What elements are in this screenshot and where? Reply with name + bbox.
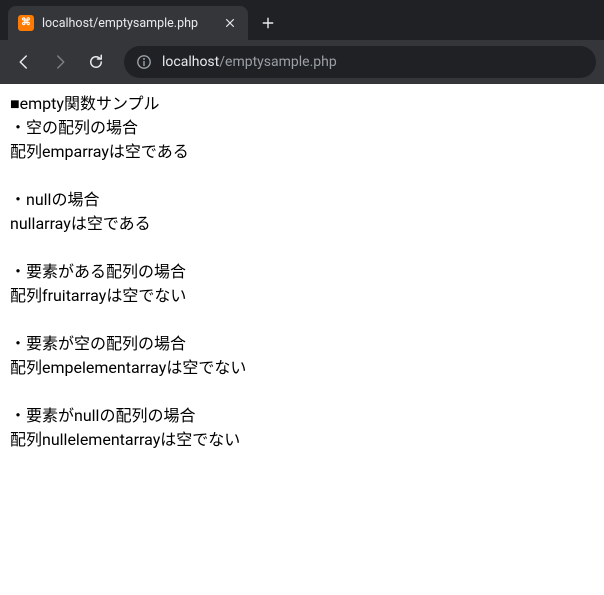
section-label: ・要素がnullの配列の場合 (10, 404, 594, 428)
close-icon (224, 17, 236, 29)
xampp-favicon: ⌘ (18, 15, 34, 31)
address-bar[interactable]: localhost/emptysample.php (124, 46, 596, 78)
page-content: ■empty関数サンプル ・空の配列の場合 配列emparrayは空である ・n… (0, 84, 604, 460)
section-label: ・要素がある配列の場合 (10, 260, 594, 284)
url-path: /emptysample.php (219, 54, 336, 70)
info-icon (136, 54, 152, 70)
browser-tab[interactable]: ⌘ localhost/emptysample.php (8, 6, 248, 40)
tab-title: localhost/emptysample.php (42, 16, 214, 31)
arrow-left-icon (15, 53, 33, 71)
section-label: ・nullの場合 (10, 188, 594, 212)
blank-line (10, 164, 594, 188)
plus-icon (261, 16, 275, 30)
reload-icon (87, 53, 105, 71)
blank-line (10, 308, 594, 332)
new-tab-button[interactable] (254, 9, 282, 37)
reload-button[interactable] (80, 46, 112, 78)
blank-line (10, 236, 594, 260)
back-button[interactable] (8, 46, 40, 78)
section-result: 配列fruitarrayは空でない (10, 284, 594, 308)
section-result: 配列emparrayは空である (10, 140, 594, 164)
section-result: 配列empelementarrayは空でない (10, 356, 594, 380)
section-result: nullarrayは空である (10, 212, 594, 236)
forward-button[interactable] (44, 46, 76, 78)
url-host: localhost (162, 54, 219, 70)
favicon-glyph: ⌘ (21, 18, 31, 28)
close-tab-button[interactable] (222, 15, 238, 31)
section-label: ・空の配列の場合 (10, 116, 594, 140)
toolbar: localhost/emptysample.php (0, 40, 604, 84)
tab-bar: ⌘ localhost/emptysample.php (0, 0, 604, 40)
arrow-right-icon (51, 53, 69, 71)
blank-line (10, 380, 594, 404)
page-heading: ■empty関数サンプル (10, 92, 594, 116)
url-text: localhost/emptysample.php (162, 54, 337, 70)
section-result: 配列nullelementarrayは空でない (10, 428, 594, 452)
section-label: ・要素が空の配列の場合 (10, 332, 594, 356)
site-info-button[interactable] (136, 54, 152, 70)
browser-chrome: ⌘ localhost/emptysample.php localhost/em… (0, 0, 604, 84)
